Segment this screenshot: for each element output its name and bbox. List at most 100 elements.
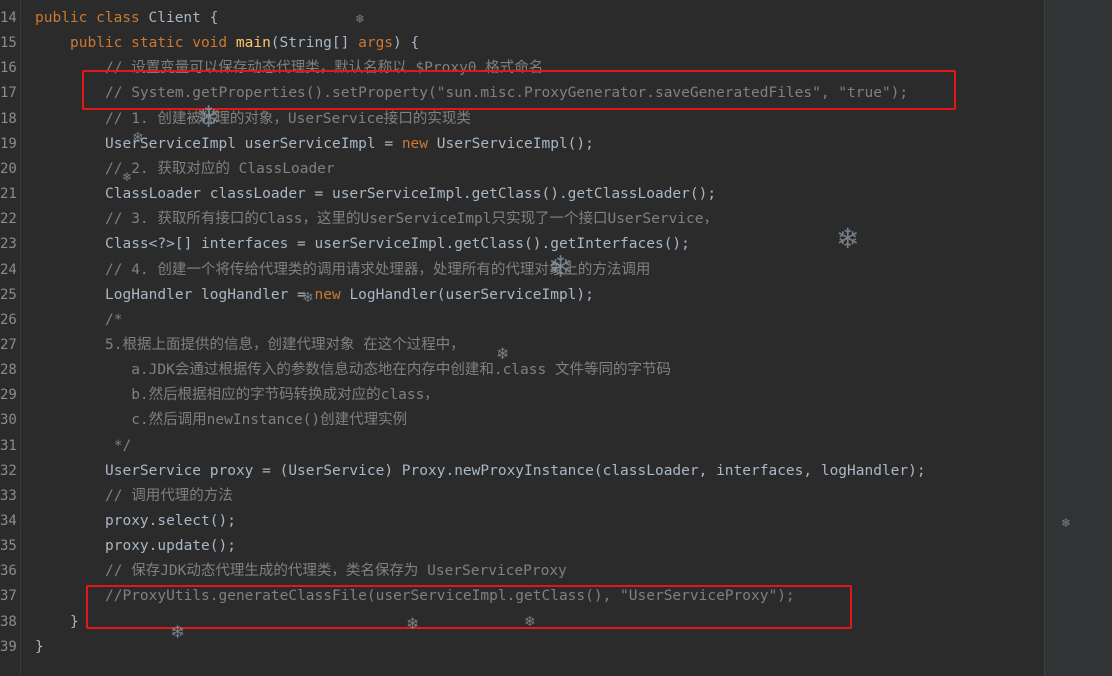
- code-line[interactable]: 25 LogHandler logHandler = new LogHandler…: [0, 283, 1040, 308]
- code-line[interactable]: 35 proxy.update();: [0, 534, 1040, 559]
- code-token: Client {: [148, 10, 219, 26]
- code-text[interactable]: // 3. 获取所有接口的Class，这里的UserServiceImpl只实现…: [105, 207, 718, 232]
- code-token: UserServiceImpl();: [436, 135, 594, 152]
- code-line[interactable]: 23 Class<?>[] interfaces = userServiceImp…: [0, 232, 1040, 257]
- code-line[interactable]: 28 a.JDK会通过根据传入的参数信息动态地在内存中创建和.class 文件等…: [0, 358, 1040, 383]
- snowflake-icon: ❄: [122, 170, 133, 184]
- code-text[interactable]: // 调用代理的方法: [105, 484, 233, 509]
- code-text[interactable]: c.然后调用newInstance()创建代理实例: [105, 408, 407, 433]
- code-token: 5.根据上面提供的信息，创建代理对象 在这个过程中，: [105, 336, 465, 353]
- code-editor[interactable]: 14 public class Client { 15 public static v…: [0, 0, 1044, 676]
- code-text[interactable]: // 1. 创建被代理的对象，UserService接口的实现类: [105, 107, 471, 132]
- snowflake-icon: ❄: [1061, 516, 1072, 530]
- line-number: 20: [0, 160, 17, 177]
- code-token: /*: [105, 311, 123, 328]
- code-line[interactable]: 36 // 保存JDK动态代理生成的代理类，类名保存为 UserServicePr…: [0, 559, 1040, 584]
- code-token: Class<?>[] interfaces = userServiceImpl.…: [105, 236, 690, 253]
- code-line[interactable]: 27 5.根据上面提供的信息，创建代理对象 在这个过程中，: [0, 333, 1040, 358]
- code-line[interactable]: 34 proxy.select();: [0, 509, 1040, 534]
- code-line[interactable]: 24// 4. 创建一个将传给代理类的调用请求处理器，处理所有的代理对象上的方法…: [0, 258, 1040, 283]
- code-text[interactable]: // System.getProperties().setProperty("s…: [105, 81, 908, 106]
- code-line[interactable]: 17 // System.getProperties().setProperty(…: [0, 81, 1040, 106]
- code-token: b.然后根据相应的字节码转换成对应的class，: [105, 387, 439, 404]
- code-token: LogHandler(userServiceImpl);: [349, 286, 594, 303]
- code-token: LogHandler logHandler =: [105, 286, 315, 303]
- code-text[interactable]: b.然后根据相应的字节码转换成对应的class，: [105, 383, 439, 408]
- code-text[interactable]: */: [105, 434, 131, 459]
- code-line[interactable]: 32 UserService proxy = (UserService) Prox…: [0, 459, 1040, 484]
- line-number: 36: [0, 563, 17, 580]
- code-token: public static void: [70, 35, 236, 52]
- code-text[interactable]: proxy.update();: [105, 534, 236, 559]
- code-line[interactable]: 15 public static void main(String[] args)…: [0, 31, 1040, 56]
- code-text[interactable]: //ProxyUtils.generateClassFile(userServi…: [105, 584, 795, 609]
- snowflake-icon: ❄: [496, 344, 510, 363]
- code-token: new: [314, 286, 350, 303]
- code-token: ) {: [393, 35, 420, 52]
- code-token: // 调用代理的方法: [105, 487, 233, 504]
- code-line[interactable]: 38}: [0, 610, 1040, 635]
- line-number: 30: [0, 412, 17, 429]
- code-line[interactable]: 14 public class Client {: [0, 6, 1040, 31]
- code-line[interactable]: 29 b.然后根据相应的字节码转换成对应的class，: [0, 383, 1040, 408]
- line-number: 15: [0, 35, 17, 52]
- code-text[interactable]: // 保存JDK动态代理生成的代理类，类名保存为 UserServiceProx…: [105, 559, 567, 584]
- code-line[interactable]: 33 // 调用代理的方法: [0, 484, 1040, 509]
- code-token: }: [70, 613, 79, 630]
- line-number: 19: [0, 135, 17, 152]
- line-number: 28: [0, 362, 17, 379]
- line-number: 23: [0, 236, 17, 253]
- code-text[interactable]: Class<?>[] interfaces = userServiceImpl.…: [105, 232, 690, 257]
- code-text[interactable]: LogHandler logHandler = new LogHandler(u…: [105, 283, 594, 308]
- code-line[interactable]: 20 // 2. 获取对应的 ClassLoader: [0, 157, 1040, 182]
- line-number: 27: [0, 336, 17, 353]
- line-number: 26: [0, 311, 17, 328]
- code-token: UserService proxy = (UserService) Proxy.…: [105, 462, 926, 479]
- line-number: 17: [0, 85, 17, 102]
- code-text[interactable]: // 设置变量可以保存动态代理类，默认名称以 $Proxy0 格式命名: [105, 56, 543, 81]
- code-text[interactable]: public class Client {: [35, 6, 218, 31]
- code-line[interactable]: 26 /*: [0, 308, 1040, 333]
- line-number: 31: [0, 437, 17, 454]
- code-text[interactable]: proxy.select();: [105, 509, 236, 534]
- code-token: // 3. 获取所有接口的Class，这里的UserServiceImpl只实现…: [105, 211, 718, 228]
- line-number: 22: [0, 211, 17, 228]
- code-text[interactable]: /*: [105, 308, 122, 333]
- snowflake-icon: ❄: [132, 130, 144, 146]
- code-text[interactable]: UserServiceImpl userServiceImpl = new Us…: [105, 132, 594, 157]
- code-line[interactable]: 22 // 3. 获取所有接口的Class，这里的UserServiceImpl只…: [0, 207, 1040, 232]
- snowflake-icon: ❄: [548, 250, 574, 285]
- code-text[interactable]: ClassLoader classLoader = userServiceImp…: [105, 182, 716, 207]
- code-text[interactable]: public static void main(String[] args) {: [70, 31, 419, 56]
- editor-right-panel: ❄: [1044, 0, 1112, 676]
- code-text[interactable]: }: [70, 610, 79, 635]
- code-line[interactable]: 39}: [0, 635, 1040, 660]
- code-token: c.然后调用newInstance()创建代理实例: [105, 412, 408, 429]
- code-token: proxy.update();: [105, 538, 236, 555]
- snowflake-icon: ❄: [302, 290, 314, 306]
- code-token: }: [35, 638, 44, 655]
- code-text[interactable]: 5.根据上面提供的信息，创建代理对象 在这个过程中，: [105, 333, 465, 358]
- code-text[interactable]: a.JDK会通过根据传入的参数信息动态地在内存中创建和.class 文件等同的字…: [105, 358, 671, 383]
- line-number: 24: [0, 261, 17, 278]
- code-line[interactable]: 37 //ProxyUtils.generateClassFile(userSer…: [0, 584, 1040, 609]
- code-line[interactable]: 16 // 设置变量可以保存动态代理类，默认名称以 $Proxy0 格式命名: [0, 56, 1040, 81]
- code-token: (String[]: [270, 35, 359, 52]
- snowflake-icon: ❄: [524, 614, 536, 630]
- code-token: // System.getProperties().setProperty("s…: [105, 85, 909, 102]
- code-text[interactable]: // 2. 获取对应的 ClassLoader: [105, 157, 335, 182]
- code-line[interactable]: 31 */: [0, 434, 1040, 459]
- code-text[interactable]: UserService proxy = (UserService) Proxy.…: [105, 459, 926, 484]
- code-line[interactable]: 21 ClassLoader classLoader = userServiceI…: [0, 182, 1040, 207]
- line-number: 39: [0, 638, 17, 655]
- code-line[interactable]: 19 UserServiceImpl userServiceImpl = new …: [0, 132, 1040, 157]
- line-number: 33: [0, 487, 17, 504]
- code-token: new: [401, 135, 437, 152]
- code-line[interactable]: 18 // 1. 创建被代理的对象，UserService接口的实现类: [0, 107, 1040, 132]
- snowflake-icon: ❄: [355, 12, 366, 26]
- code-token: // 保存JDK动态代理生成的代理类，类名保存为 UserServiceProx…: [105, 563, 567, 580]
- code-token: // 2. 获取对应的 ClassLoader: [105, 160, 335, 177]
- code-line[interactable]: 30 c.然后调用newInstance()创建代理实例: [0, 408, 1040, 433]
- code-text[interactable]: }: [35, 635, 44, 660]
- line-number: 34: [0, 513, 17, 529]
